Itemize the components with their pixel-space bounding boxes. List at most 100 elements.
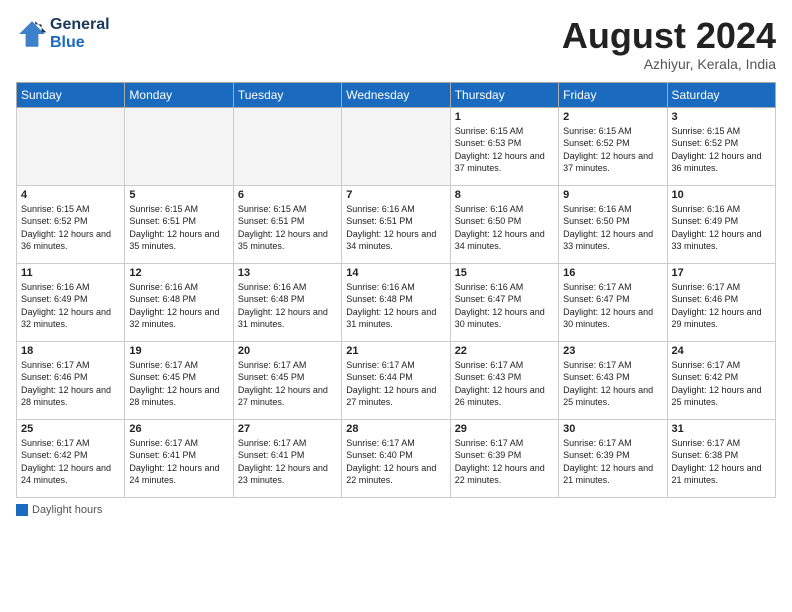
day-info: Sunrise: 6:15 AMSunset: 6:52 PMDaylight:… bbox=[672, 125, 771, 175]
day-cell: 5 Sunrise: 6:15 AMSunset: 6:51 PMDaylight… bbox=[125, 185, 233, 263]
weekday-header-friday: Friday bbox=[559, 82, 667, 107]
day-number: 27 bbox=[238, 423, 337, 435]
day-info: Sunrise: 6:17 AMSunset: 6:43 PMDaylight:… bbox=[455, 359, 554, 409]
day-cell: 8Sunrise: 6:16 AMSunset: 6:50 PMDaylight… bbox=[450, 185, 558, 263]
day-cell: 14Sunrise: 6:16 AMSunset: 6:48 PMDayligh… bbox=[342, 263, 450, 341]
weekday-header-row: SundayMondayTuesdayWednesdayThursdayFrid… bbox=[17, 82, 776, 107]
day-cell: 11Sunrise: 6:16 AMSunset: 6:49 PMDayligh… bbox=[17, 263, 125, 341]
day-info: Sunrise: 6:17 AMSunset: 6:39 PMDaylight:… bbox=[563, 437, 662, 487]
day-cell: 12 Sunrise: 6:16 AMSunset: 6:48 PMDayligh… bbox=[125, 263, 233, 341]
day-info: Sunrise: 6:16 AMSunset: 6:48 PMDaylight:… bbox=[238, 281, 337, 331]
day-number: 2 bbox=[563, 111, 662, 123]
day-cell: 19Sunrise: 6:17 AMSunset: 6:45 PMDayligh… bbox=[125, 341, 233, 419]
day-number: 1 bbox=[455, 111, 554, 123]
day-number: 11 bbox=[21, 267, 120, 279]
day-cell: 27 Sunrise: 6:17 AMSunset: 6:41 PMDayligh… bbox=[233, 419, 341, 497]
day-number: 31 bbox=[672, 423, 771, 435]
day-cell: 21 Sunrise: 6:17 AMSunset: 6:44 PMDayligh… bbox=[342, 341, 450, 419]
day-info: Sunrise: 6:17 AMSunset: 6:43 PMDaylight:… bbox=[563, 359, 662, 409]
day-info: Sunrise: 6:17 AMSunset: 6:45 PMDaylight:… bbox=[238, 359, 337, 409]
day-cell bbox=[125, 107, 233, 185]
day-info: Sunrise: 6:17 AMSunset: 6:46 PMDaylight:… bbox=[672, 281, 771, 331]
day-cell: 9 Sunrise: 6:16 AMSunset: 6:50 PMDaylight… bbox=[559, 185, 667, 263]
legend-item: Daylight hours bbox=[16, 504, 102, 516]
day-number: 12 bbox=[129, 267, 228, 279]
day-cell: 15 Sunrise: 6:16 AMSunset: 6:47 PMDayligh… bbox=[450, 263, 558, 341]
legend: Daylight hours bbox=[16, 504, 776, 519]
week-row-2: 4 Sunrise: 6:15 AMSunset: 6:52 PMDaylight… bbox=[17, 185, 776, 263]
weekday-header-tuesday: Tuesday bbox=[233, 82, 341, 107]
day-info: Sunrise: 6:16 AMSunset: 6:47 PMDaylight:… bbox=[455, 281, 554, 331]
day-info: Sunrise: 6:15 AMSunset: 6:51 PMDaylight:… bbox=[238, 203, 337, 253]
day-info: Sunrise: 6:17 AMSunset: 6:38 PMDaylight:… bbox=[672, 437, 771, 487]
day-cell bbox=[342, 107, 450, 185]
day-number: 21 bbox=[346, 345, 445, 357]
calendar: SundayMondayTuesdayWednesdayThursdayFrid… bbox=[16, 82, 776, 498]
header: General Blue August 2024 Azhiyur, Kerala… bbox=[16, 16, 776, 72]
day-info: Sunrise: 6:17 AMSunset: 6:42 PMDaylight:… bbox=[21, 437, 120, 487]
week-row-5: 25 Sunrise: 6:17 AMSunset: 6:42 PMDayligh… bbox=[17, 419, 776, 497]
day-info: Sunrise: 6:16 AMSunset: 6:49 PMDaylight:… bbox=[672, 203, 771, 253]
day-number: 30 bbox=[563, 423, 662, 435]
day-number: 15 bbox=[455, 267, 554, 279]
day-info: Sunrise: 6:17 AMSunset: 6:44 PMDaylight:… bbox=[346, 359, 445, 409]
week-row-1: 1 Sunrise: 6:15 AMSunset: 6:53 PMDaylight… bbox=[17, 107, 776, 185]
location: Azhiyur, Kerala, India bbox=[562, 56, 776, 72]
day-cell: 29Sunrise: 6:17 AMSunset: 6:39 PMDayligh… bbox=[450, 419, 558, 497]
day-cell: 25 Sunrise: 6:17 AMSunset: 6:42 PMDayligh… bbox=[17, 419, 125, 497]
day-cell: 2 Sunrise: 6:15 AMSunset: 6:52 PMDaylight… bbox=[559, 107, 667, 185]
day-number: 22 bbox=[455, 345, 554, 357]
day-cell: 10Sunrise: 6:16 AMSunset: 6:49 PMDayligh… bbox=[667, 185, 775, 263]
day-info: Sunrise: 6:16 AMSunset: 6:48 PMDaylight:… bbox=[129, 281, 228, 331]
day-number: 29 bbox=[455, 423, 554, 435]
weekday-header-thursday: Thursday bbox=[450, 82, 558, 107]
day-number: 13 bbox=[238, 267, 337, 279]
day-cell: 7 Sunrise: 6:16 AMSunset: 6:51 PMDaylight… bbox=[342, 185, 450, 263]
day-number: 9 bbox=[563, 189, 662, 201]
day-cell: 31 Sunrise: 6:17 AMSunset: 6:38 PMDayligh… bbox=[667, 419, 775, 497]
day-cell: 6 Sunrise: 6:15 AMSunset: 6:51 PMDaylight… bbox=[233, 185, 341, 263]
day-info: Sunrise: 6:17 AMSunset: 6:41 PMDaylight:… bbox=[238, 437, 337, 487]
day-cell: 16Sunrise: 6:17 AMSunset: 6:47 PMDayligh… bbox=[559, 263, 667, 341]
day-cell: 20 Sunrise: 6:17 AMSunset: 6:45 PMDayligh… bbox=[233, 341, 341, 419]
day-info: Sunrise: 6:16 AMSunset: 6:51 PMDaylight:… bbox=[346, 203, 445, 253]
weekday-header-sunday: Sunday bbox=[17, 82, 125, 107]
day-info: Sunrise: 6:15 AMSunset: 6:52 PMDaylight:… bbox=[21, 203, 120, 253]
day-number: 20 bbox=[238, 345, 337, 357]
day-info: Sunrise: 6:15 AMSunset: 6:52 PMDaylight:… bbox=[563, 125, 662, 175]
logo: General Blue bbox=[16, 16, 110, 53]
day-number: 28 bbox=[346, 423, 445, 435]
day-number: 26 bbox=[129, 423, 228, 435]
day-number: 3 bbox=[672, 111, 771, 123]
day-number: 17 bbox=[672, 267, 771, 279]
day-cell: 22 Sunrise: 6:17 AMSunset: 6:43 PMDayligh… bbox=[450, 341, 558, 419]
day-cell bbox=[233, 107, 341, 185]
day-info: Sunrise: 6:16 AMSunset: 6:50 PMDaylight:… bbox=[563, 203, 662, 253]
logo-icon bbox=[16, 18, 48, 50]
week-row-3: 11Sunrise: 6:16 AMSunset: 6:49 PMDayligh… bbox=[17, 263, 776, 341]
day-number: 7 bbox=[346, 189, 445, 201]
day-info: Sunrise: 6:15 AMSunset: 6:51 PMDaylight:… bbox=[129, 203, 228, 253]
day-info: Sunrise: 6:16 AMSunset: 6:48 PMDaylight:… bbox=[346, 281, 445, 331]
day-number: 23 bbox=[563, 345, 662, 357]
day-info: Sunrise: 6:15 AMSunset: 6:53 PMDaylight:… bbox=[455, 125, 554, 175]
day-number: 24 bbox=[672, 345, 771, 357]
day-cell: 24Sunrise: 6:17 AMSunset: 6:42 PMDayligh… bbox=[667, 341, 775, 419]
day-info: Sunrise: 6:16 AMSunset: 6:50 PMDaylight:… bbox=[455, 203, 554, 253]
day-cell: 1 Sunrise: 6:15 AMSunset: 6:53 PMDaylight… bbox=[450, 107, 558, 185]
day-cell: 17 Sunrise: 6:17 AMSunset: 6:46 PMDayligh… bbox=[667, 263, 775, 341]
day-number: 4 bbox=[21, 189, 120, 201]
legend-box bbox=[16, 504, 28, 516]
day-number: 6 bbox=[238, 189, 337, 201]
day-info: Sunrise: 6:17 AMSunset: 6:47 PMDaylight:… bbox=[563, 281, 662, 331]
page: General Blue August 2024 Azhiyur, Kerala… bbox=[0, 0, 792, 612]
logo-text: General Blue bbox=[50, 16, 110, 53]
day-cell: 23 Sunrise: 6:17 AMSunset: 6:43 PMDayligh… bbox=[559, 341, 667, 419]
day-cell: 28 Sunrise: 6:17 AMSunset: 6:40 PMDayligh… bbox=[342, 419, 450, 497]
day-number: 5 bbox=[129, 189, 228, 201]
day-info: Sunrise: 6:17 AMSunset: 6:46 PMDaylight:… bbox=[21, 359, 120, 409]
day-cell: 26Sunrise: 6:17 AMSunset: 6:41 PMDayligh… bbox=[125, 419, 233, 497]
day-number: 25 bbox=[21, 423, 120, 435]
day-info: Sunrise: 6:17 AMSunset: 6:40 PMDaylight:… bbox=[346, 437, 445, 487]
title-section: August 2024 Azhiyur, Kerala, India bbox=[562, 16, 776, 72]
